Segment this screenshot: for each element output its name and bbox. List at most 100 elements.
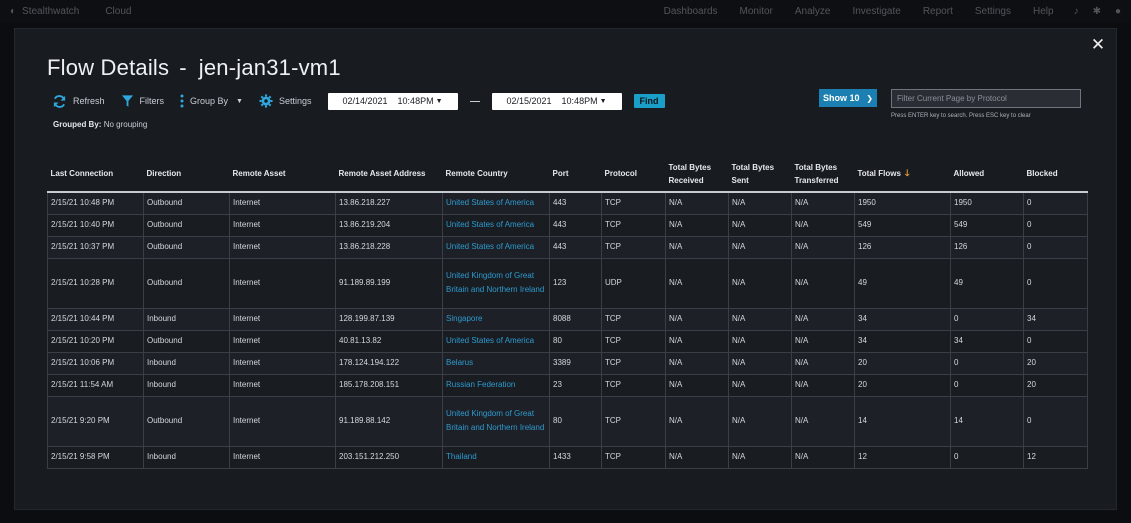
cell-total-bytes-transferred: N/A <box>791 214 855 237</box>
flow-table-container: Last Connection Direction Remote Asset R… <box>47 156 1088 469</box>
refresh-label: Refresh <box>73 96 105 106</box>
cell-remote-country[interactable]: United States of America <box>442 330 550 353</box>
header-blocked[interactable]: Blocked <box>1023 156 1088 193</box>
cell-remote-country[interactable]: Russian Federation <box>442 374 550 397</box>
cell-total-bytes-received: N/A <box>665 192 729 215</box>
grouped-by-label: Grouped By: <box>53 120 102 129</box>
cell-total-bytes-received: N/A <box>665 352 729 375</box>
find-button[interactable]: Find <box>633 94 665 108</box>
cell-remote-country[interactable]: Thailand <box>442 446 550 469</box>
header-total-bytes-transferred[interactable]: Total Bytes Transferred <box>791 156 855 193</box>
cell-remote-country[interactable]: Belarus <box>442 352 550 375</box>
cell-last-connection: 2/15/21 10:40 PM <box>47 214 144 237</box>
nav-item-analyze[interactable]: Analyze <box>795 6 831 17</box>
modal-toolbar: Refresh Filters Group By ▼ Settings 02/1… <box>52 91 665 111</box>
cell-allowed: 126 <box>950 236 1024 259</box>
close-icon[interactable]: ✕ <box>1088 35 1108 55</box>
cell-last-connection: 2/15/21 10:48 PM <box>47 192 144 215</box>
cell-direction: Inbound <box>143 352 230 375</box>
nav-item-monitor[interactable]: Monitor <box>740 6 773 17</box>
cell-port: 8088 <box>549 308 602 331</box>
cell-total-bytes-transferred: N/A <box>791 446 855 469</box>
cell-blocked: 12 <box>1023 446 1088 469</box>
header-port[interactable]: Port <box>549 156 602 193</box>
cell-allowed: 0 <box>950 374 1024 397</box>
vertical-dots-icon <box>180 94 184 108</box>
nav-item-help[interactable]: Help <box>1033 6 1054 17</box>
cell-protocol: TCP <box>601 308 666 331</box>
cell-total-flows: 20 <box>854 352 951 375</box>
tools-icon[interactable]: ✱ <box>1093 6 1101 17</box>
settings-button[interactable]: Settings <box>259 94 312 108</box>
nav-item-report[interactable]: Report <box>923 6 953 17</box>
cell-remote-asset-address: 128.199.87.139 <box>335 308 443 331</box>
page-size-select[interactable]: Show 10 ❯ <box>819 89 877 107</box>
cell-remote-country[interactable]: United States of America <box>442 192 550 215</box>
cell-direction: Inbound <box>143 308 230 331</box>
header-total-flows[interactable]: Total Flows 🡓 <box>854 156 951 193</box>
cell-remote-country[interactable]: Singapore <box>442 308 550 331</box>
cell-remote-country[interactable]: United Kingdom of Great Britain and Nort… <box>442 396 550 447</box>
bell-icon[interactable]: ♪ <box>1074 6 1079 17</box>
group-by-dropdown[interactable]: Group By ▼ <box>180 94 243 108</box>
cell-port: 80 <box>549 396 602 447</box>
cell-port: 80 <box>549 330 602 353</box>
cell-remote-country[interactable]: United States of America <box>442 236 550 259</box>
cell-total-bytes-received: N/A <box>665 330 729 353</box>
table-row: 2/15/21 11:54 AM Inbound Internet 185.178.2… <box>47 374 1088 397</box>
cell-last-connection: 2/15/21 9:58 PM <box>47 446 144 469</box>
header-remote-asset-address[interactable]: Remote Asset Address <box>335 156 443 193</box>
cell-remote-asset-address: 13.86.218.227 <box>335 192 443 215</box>
header-direction[interactable]: Direction <box>143 156 230 193</box>
cell-total-bytes-transferred: N/A <box>791 308 855 331</box>
table-row: 2/15/21 10:40 PM Outbound Internet 13.86.21… <box>47 214 1088 237</box>
cell-protocol: TCP <box>601 236 666 259</box>
cell-port: 443 <box>549 214 602 237</box>
end-datetime-picker[interactable]: 02/15/2021 10:48PM ▼ <box>491 92 622 110</box>
grouped-by-status: Grouped By: No grouping <box>53 120 147 129</box>
cell-remote-asset: Internet <box>229 374 336 397</box>
cell-total-bytes-sent: N/A <box>728 374 792 397</box>
cell-protocol: TCP <box>601 374 666 397</box>
cell-total-bytes-transferred: N/A <box>791 236 855 259</box>
nav-item-settings[interactable]: Settings <box>975 6 1011 17</box>
header-remote-asset[interactable]: Remote Asset <box>229 156 336 193</box>
nav-item-investigate[interactable]: Investigate <box>852 6 900 17</box>
header-total-bytes-sent[interactable]: Total Bytes Sent <box>728 156 792 193</box>
header-last-connection[interactable]: Last Connection <box>47 156 144 193</box>
filters-button[interactable]: Filters <box>121 94 164 108</box>
cell-blocked: 0 <box>1023 192 1088 215</box>
cell-last-connection: 2/15/21 9:20 PM <box>47 396 144 447</box>
funnel-icon <box>121 94 134 108</box>
cell-allowed: 49 <box>950 258 1024 309</box>
cell-last-connection: 2/15/21 11:54 AM <box>47 374 144 397</box>
title-prefix: Flow Details <box>47 55 170 80</box>
modal-title: Flow Details - jen-jan31-vm1 <box>47 55 341 81</box>
cell-allowed: 0 <box>950 308 1024 331</box>
header-allowed[interactable]: Allowed <box>950 156 1024 193</box>
cell-remote-asset-address: 203.151.212.250 <box>335 446 443 469</box>
refresh-button[interactable]: Refresh <box>52 94 105 109</box>
cell-port: 443 <box>549 192 602 215</box>
start-datetime-picker[interactable]: 02/14/2021 10:48PM ▼ <box>327 92 458 110</box>
cell-remote-country[interactable]: United States of America <box>442 214 550 237</box>
cell-direction: Outbound <box>143 214 230 237</box>
product-name: Cloud <box>105 5 132 17</box>
header-total-bytes-received[interactable]: Total Bytes Received <box>665 156 729 193</box>
nav-item-dashboards[interactable]: Dashboards <box>664 6 718 17</box>
cell-total-flows: 34 <box>854 308 951 331</box>
cell-port: 3389 <box>549 352 602 375</box>
start-time: 10:48PM <box>397 96 434 106</box>
header-total-flows-label: Total Flows <box>857 169 901 178</box>
cell-port: 1433 <box>549 446 602 469</box>
cell-remote-asset: Internet <box>229 396 336 447</box>
user-icon[interactable]: ● <box>1115 6 1121 17</box>
cell-total-bytes-received: N/A <box>665 446 729 469</box>
header-remote-country[interactable]: Remote Country <box>442 156 550 193</box>
filter-protocol-input[interactable] <box>891 89 1081 108</box>
cell-total-flows: 549 <box>854 214 951 237</box>
table-row: 2/15/21 10:37 PM Outbound Internet 13.86.21… <box>47 236 1088 259</box>
cell-remote-country[interactable]: United Kingdom of Great Britain and Nort… <box>442 258 550 309</box>
header-protocol[interactable]: Protocol <box>601 156 666 193</box>
cell-total-bytes-sent: N/A <box>728 308 792 331</box>
